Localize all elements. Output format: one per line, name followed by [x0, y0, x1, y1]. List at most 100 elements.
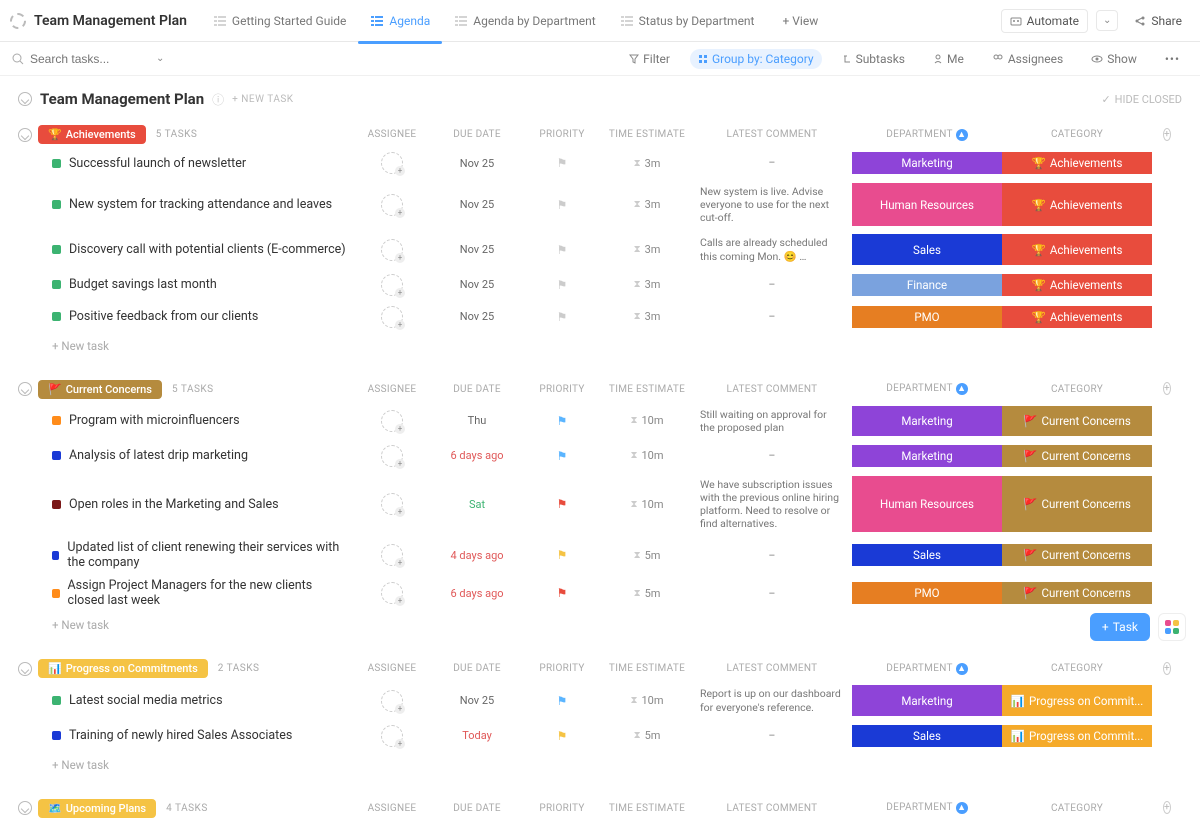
automate-button[interactable]: Automate — [1001, 9, 1088, 33]
more-button[interactable]: ••• — [1157, 49, 1188, 69]
task-row[interactable]: Positive feedback from our clients Nov 2… — [18, 301, 1182, 333]
assignee-avatar[interactable] — [381, 493, 403, 515]
group-by-button[interactable]: Group by: Category — [690, 49, 822, 69]
priority-flag-icon[interactable]: ⚑ — [557, 729, 568, 743]
assignee-avatar[interactable] — [381, 239, 403, 261]
task-name[interactable]: Updated list of client renewing their se… — [67, 540, 352, 570]
priority-flag-icon[interactable]: ⚑ — [557, 156, 568, 170]
priority-flag-icon[interactable]: ⚑ — [557, 278, 568, 292]
task-name[interactable]: Training of newly hired Sales Associates — [69, 728, 292, 743]
department-tag[interactable]: PMO — [852, 306, 1002, 328]
assignee-avatar[interactable] — [381, 445, 403, 467]
assignees-button[interactable]: Assignees — [984, 49, 1071, 69]
department-tag[interactable]: Marketing — [852, 445, 1002, 467]
due-date-cell[interactable]: Nov 25 — [432, 278, 522, 291]
time-estimate-cell[interactable]: ⧗5m — [602, 729, 692, 742]
time-estimate-cell[interactable]: ⧗10m — [602, 498, 692, 511]
department-tag[interactable]: Human Resources — [852, 476, 1002, 533]
task-row[interactable]: Assign Project Managers for the new clie… — [18, 574, 1182, 612]
task-row[interactable]: Discovery call with potential clients (E… — [18, 230, 1182, 268]
assignee-avatar[interactable] — [381, 194, 403, 216]
status-bullet[interactable] — [52, 696, 61, 705]
collapse-group-icon[interactable] — [18, 128, 32, 142]
category-tag[interactable]: 🚩 Current Concerns — [1002, 406, 1152, 436]
assignee-avatar[interactable] — [381, 544, 403, 566]
category-tag[interactable]: 🏆 Achievements — [1002, 274, 1152, 296]
task-name[interactable]: Program with microinfluencers — [69, 413, 240, 428]
view-tab-agenda-by-department[interactable]: Agenda by Department — [442, 6, 607, 36]
assignee-avatar[interactable] — [381, 582, 403, 604]
task-name[interactable]: Successful launch of newsletter — [69, 156, 246, 171]
priority-flag-icon[interactable]: ⚑ — [557, 310, 568, 324]
share-button[interactable]: Share — [1126, 10, 1190, 32]
assignee-avatar[interactable] — [381, 690, 403, 712]
priority-flag-icon[interactable]: ⚑ — [557, 548, 568, 562]
task-row[interactable]: Open roles in the Marketing and Sales Sa… — [18, 472, 1182, 537]
task-name[interactable]: Assign Project Managers for the new clie… — [68, 578, 352, 608]
due-date-cell[interactable]: Nov 25 — [432, 310, 522, 323]
assignee-avatar[interactable] — [381, 274, 403, 296]
show-button[interactable]: Show — [1083, 49, 1145, 69]
department-tag[interactable]: Sales — [852, 234, 1002, 264]
priority-flag-icon[interactable]: ⚑ — [557, 198, 568, 212]
due-date-cell[interactable]: Nov 25 — [432, 157, 522, 170]
task-name[interactable]: Budget savings last month — [69, 277, 217, 292]
apps-button[interactable] — [1158, 613, 1186, 641]
task-row[interactable]: Latest social media metrics Nov 25 ⚑ ⧗10… — [18, 681, 1182, 719]
group-chip[interactable]: 🗺️Upcoming Plans — [38, 799, 156, 818]
due-date-cell[interactable]: Nov 25 — [432, 198, 522, 211]
hide-closed-button[interactable]: ✓ HIDE CLOSED — [1101, 93, 1182, 106]
department-tag[interactable]: Human Resources — [852, 183, 1002, 226]
due-date-cell[interactable]: Nov 25 — [432, 243, 522, 256]
assignee-avatar[interactable] — [381, 306, 403, 328]
task-row[interactable]: Training of newly hired Sales Associates… — [18, 720, 1182, 752]
search-input[interactable] — [30, 52, 150, 66]
task-name[interactable]: Open roles in the Marketing and Sales — [69, 497, 279, 512]
new-task-button[interactable]: +Task — [1090, 613, 1150, 641]
department-tag[interactable]: Marketing — [852, 406, 1002, 436]
status-bullet[interactable] — [52, 200, 61, 209]
category-tag[interactable]: 🚩 Current Concerns — [1002, 445, 1152, 467]
time-estimate-cell[interactable]: ⧗5m — [602, 587, 692, 600]
group-chip[interactable]: 📊Progress on Commitments — [38, 659, 208, 678]
search-wrap[interactable]: ⌄ — [12, 52, 212, 66]
view-tab-status-by-department[interactable]: Status by Department — [608, 6, 767, 36]
category-tag[interactable]: 📊 Progress on Commit... — [1002, 725, 1152, 747]
status-bullet[interactable] — [52, 416, 61, 425]
view-tab-agenda[interactable]: Agenda — [358, 6, 442, 36]
time-estimate-cell[interactable]: ⧗3m — [602, 278, 692, 291]
collapse-group-icon[interactable] — [18, 382, 32, 396]
view-tab-getting-started-guide[interactable]: Getting Started Guide — [201, 6, 358, 36]
status-bullet[interactable] — [52, 245, 61, 254]
new-task-row[interactable]: + New task — [18, 752, 1182, 778]
new-task-row[interactable]: + New task — [18, 333, 1182, 359]
priority-flag-icon[interactable]: ⚑ — [557, 586, 568, 600]
category-tag[interactable]: 🏆 Achievements — [1002, 152, 1152, 174]
status-bullet[interactable] — [52, 500, 61, 509]
time-estimate-cell[interactable]: ⧗5m — [602, 549, 692, 562]
task-row[interactable]: Updated list of client renewing their se… — [18, 536, 1182, 574]
time-estimate-cell[interactable]: ⧗10m — [602, 449, 692, 462]
due-date-cell[interactable]: 6 days ago — [432, 449, 522, 462]
add-column-button[interactable]: + — [1163, 382, 1171, 395]
time-estimate-cell[interactable]: ⧗3m — [602, 310, 692, 323]
category-tag[interactable]: 📊 Progress on Commit... — [1002, 685, 1152, 715]
collapse-group-icon[interactable] — [18, 801, 32, 815]
add-column-button[interactable]: + — [1163, 128, 1171, 141]
task-name[interactable]: New system for tracking attendance and l… — [69, 197, 332, 212]
task-row[interactable]: Program with microinfluencers Thu ⚑ ⧗10m… — [18, 402, 1182, 440]
category-tag[interactable]: 🏆 Achievements — [1002, 183, 1152, 226]
department-tag[interactable]: Marketing — [852, 152, 1002, 174]
due-date-cell[interactable]: Sat — [432, 498, 522, 511]
department-tag[interactable]: Marketing — [852, 685, 1002, 715]
task-row[interactable]: Successful launch of newsletter Nov 25 ⚑… — [18, 147, 1182, 179]
time-estimate-cell[interactable]: ⧗3m — [602, 198, 692, 211]
due-date-cell[interactable]: Thu — [432, 414, 522, 427]
me-button[interactable]: Me — [925, 49, 972, 69]
automate-dropdown[interactable]: ⌄ — [1096, 10, 1118, 31]
status-bullet[interactable] — [52, 589, 60, 598]
due-date-cell[interactable]: 4 days ago — [432, 549, 522, 562]
chevron-down-icon[interactable]: ⌄ — [156, 53, 164, 64]
department-tag[interactable]: Finance — [852, 274, 1002, 296]
priority-flag-icon[interactable]: ⚑ — [557, 243, 568, 257]
